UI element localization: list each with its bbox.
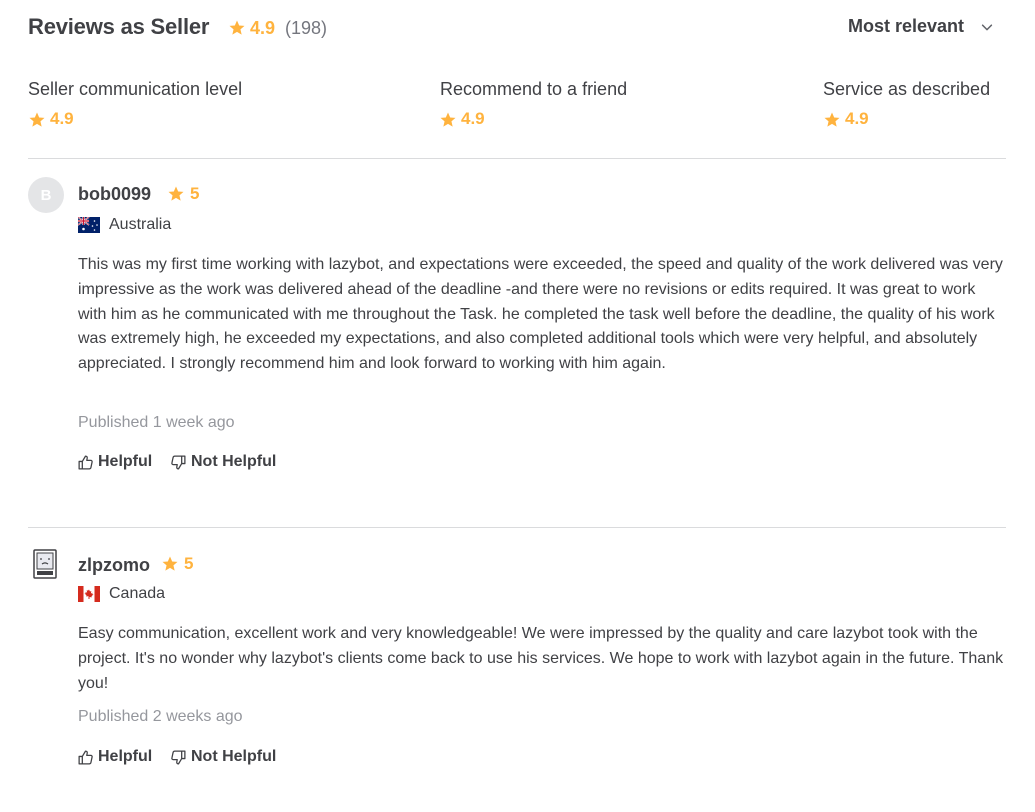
- not-helpful-button[interactable]: Not Helpful: [170, 748, 276, 766]
- breakdown-label-communication: Seller communication level: [28, 79, 243, 99]
- avatar[interactable]: [33, 549, 57, 579]
- page-title: Reviews as Seller: [28, 14, 210, 39]
- review-rating: 5: [190, 184, 200, 203]
- not-helpful-label: Not Helpful: [191, 748, 277, 765]
- divider: [28, 158, 1006, 159]
- star-icon: [824, 112, 840, 127]
- star-icon: [229, 20, 245, 35]
- divider: [28, 527, 1006, 528]
- star-icon: [162, 556, 178, 571]
- star-icon: [29, 112, 45, 127]
- thumbs-up-icon: [78, 749, 93, 765]
- star-icon: [168, 186, 184, 201]
- review-rating: 5: [184, 554, 194, 573]
- canada-flag-icon: [78, 586, 100, 602]
- review-text: Easy communication, excellent work and v…: [78, 625, 1004, 692]
- helpful-button[interactable]: Helpful: [77, 453, 152, 471]
- published-date: Published 2 weeks ago: [78, 708, 243, 725]
- helpful-button[interactable]: Helpful: [77, 748, 152, 766]
- sort-dropdown[interactable]: Most relevant: [848, 16, 964, 37]
- reviewer-country: Canada: [109, 585, 166, 602]
- avatar[interactable]: B: [28, 177, 64, 213]
- review-count: (198): [285, 18, 328, 38]
- thumbs-down-icon: [171, 454, 186, 470]
- breakdown-value-communication: 4.9: [50, 109, 74, 128]
- helpful-label: Helpful: [98, 453, 153, 470]
- overall-rating: 4.9: [250, 18, 276, 38]
- breakdown-label-recommend: Recommend to a friend: [440, 79, 628, 99]
- thumbs-down-icon: [171, 749, 186, 765]
- reviewer-country: Australia: [109, 216, 172, 233]
- reviewer-username[interactable]: bob0099: [78, 184, 151, 205]
- star-icon: [440, 112, 456, 127]
- chevron-down-icon[interactable]: [980, 20, 994, 34]
- australia-flag-icon: [78, 217, 100, 233]
- helpful-label: Helpful: [98, 748, 153, 765]
- published-date: Published 1 week ago: [78, 414, 235, 431]
- review-text: This was my first time working with lazy…: [78, 256, 1003, 373]
- breakdown-label-service: Service as described: [823, 79, 991, 99]
- breakdown-value-service: 4.9: [845, 109, 869, 128]
- thumbs-up-icon: [78, 454, 93, 470]
- breakdown-value-recommend: 4.9: [461, 109, 485, 128]
- not-helpful-button[interactable]: Not Helpful: [170, 453, 276, 471]
- not-helpful-label: Not Helpful: [191, 453, 277, 470]
- reviewer-username[interactable]: zlpzomo: [78, 555, 150, 576]
